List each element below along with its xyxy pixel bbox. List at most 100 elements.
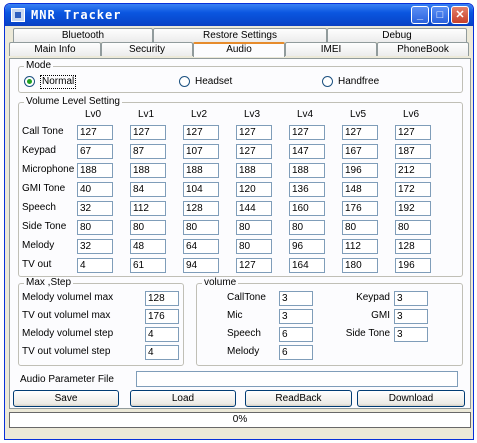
volume-level-input[interactable]: 94 — [183, 258, 219, 273]
volume-level-input[interactable]: 176 — [342, 201, 378, 216]
volume-level-input[interactable]: 120 — [236, 182, 272, 197]
volume-level-input[interactable]: 107 — [183, 144, 219, 159]
mode-option-label: Normal — [40, 75, 77, 89]
max-step-group-label: Max ,Step — [24, 277, 74, 289]
audio-parameter-file-input[interactable] — [136, 371, 458, 387]
progress-text: 0% — [232, 414, 248, 425]
volume-level-input[interactable]: 80 — [130, 220, 166, 235]
volume-level-input[interactable]: 128 — [183, 201, 219, 216]
volume-level-input[interactable]: 212 — [395, 163, 431, 178]
volume-group: volume CallTone 3 Mic 3 Speech 6 Melody 6 Keypad… — [196, 277, 463, 366]
volume-level-input[interactable]: 112 — [342, 239, 378, 254]
volume-level-input[interactable]: 188 — [77, 163, 113, 178]
volume-level-input[interactable]: 127 — [77, 125, 113, 140]
volume-level-input[interactable]: 196 — [395, 258, 431, 273]
volume-level-input[interactable]: 147 — [289, 144, 325, 159]
max-step-input[interactable]: 4 — [145, 327, 179, 342]
volume-label: Speech — [227, 328, 261, 339]
tab-debug[interactable]: Debug — [327, 28, 467, 42]
volume-level-input[interactable]: 196 — [342, 163, 378, 178]
minimize-button[interactable]: _ — [411, 6, 429, 24]
volume-level-input[interactable]: 112 — [130, 201, 166, 216]
tab-restore-settings[interactable]: Restore Settings — [153, 28, 327, 42]
volume-input[interactable]: 3 — [394, 291, 428, 306]
volume-level-input[interactable]: 127 — [342, 125, 378, 140]
volume-level-input[interactable]: 128 — [395, 239, 431, 254]
volume-level-group: Volume Level Setting Lv0 Lv1 Lv2 Lv3 Lv4 Lv5 L… — [18, 96, 463, 277]
volume-level-input[interactable]: 64 — [183, 239, 219, 254]
volume-input[interactable]: 3 — [394, 327, 428, 342]
tab-imei[interactable]: IMEI — [285, 42, 377, 56]
volume-level-input[interactable]: 192 — [395, 201, 431, 216]
volume-level-input[interactable]: 80 — [236, 220, 272, 235]
volume-level-input[interactable]: 144 — [236, 201, 272, 216]
tab-phonebook[interactable]: PhoneBook — [377, 42, 469, 56]
volume-level-input[interactable]: 80 — [395, 220, 431, 235]
save-button[interactable]: Save — [13, 390, 119, 407]
volume-level-input[interactable]: 61 — [130, 258, 166, 273]
volume-row-label: Speech — [22, 202, 56, 213]
volume-input[interactable]: 6 — [279, 327, 313, 342]
volume-level-input[interactable]: 172 — [395, 182, 431, 197]
audio-file-label: Audio Parameter File — [20, 374, 114, 385]
download-button[interactable]: Download — [357, 390, 465, 407]
tab-main-info[interactable]: Main Info — [9, 42, 101, 56]
volume-level-input[interactable]: 187 — [395, 144, 431, 159]
readback-button[interactable]: ReadBack — [245, 390, 352, 407]
max-step-input[interactable]: 176 — [145, 309, 179, 324]
volume-level-input[interactable]: 167 — [342, 144, 378, 159]
mode-option-label: Headset — [195, 76, 233, 87]
volume-level-input[interactable]: 48 — [130, 239, 166, 254]
volume-level-input[interactable]: 96 — [289, 239, 325, 254]
volume-level-input[interactable]: 104 — [183, 182, 219, 197]
volume-level-input[interactable]: 67 — [77, 144, 113, 159]
volume-input[interactable]: 6 — [279, 345, 313, 360]
volume-level-input[interactable]: 148 — [342, 182, 378, 197]
volume-level-input[interactable]: 80 — [183, 220, 219, 235]
mode-group-label: Mode — [24, 60, 54, 72]
load-button[interactable]: Load — [130, 390, 236, 407]
volume-level-input[interactable]: 87 — [130, 144, 166, 159]
level-header: Lv4 — [297, 109, 314, 120]
volume-level-input[interactable]: 80 — [236, 239, 272, 254]
volume-level-input[interactable]: 84 — [130, 182, 166, 197]
volume-level-input[interactable]: 164 — [289, 258, 325, 273]
volume-input[interactable]: 3 — [279, 309, 313, 324]
maximize-button[interactable]: □ — [431, 6, 449, 24]
volume-level-input[interactable]: 127 — [236, 144, 272, 159]
volume-level-input[interactable]: 160 — [289, 201, 325, 216]
volume-level-input[interactable]: 4 — [77, 258, 113, 273]
tab-security[interactable]: Security — [101, 42, 193, 56]
volume-level-input[interactable]: 188 — [183, 163, 219, 178]
volume-level-input[interactable]: 188 — [289, 163, 325, 178]
radio-selected-icon — [24, 76, 35, 87]
tab-bluetooth[interactable]: Bluetooth — [13, 28, 153, 42]
volume-level-input[interactable]: 40 — [77, 182, 113, 197]
max-step-input[interactable]: 4 — [145, 345, 179, 360]
app-window: MNR Tracker _ □ ✕ Bluetooth Restore Sett… — [4, 3, 474, 440]
level-header: Lv6 — [403, 109, 420, 120]
volume-level-input[interactable]: 127 — [289, 125, 325, 140]
volume-row-label: TV out — [22, 259, 52, 270]
volume-input[interactable]: 3 — [394, 309, 428, 324]
volume-level-input[interactable]: 188 — [130, 163, 166, 178]
volume-level-input[interactable]: 136 — [289, 182, 325, 197]
volume-level-input[interactable]: 127 — [395, 125, 431, 140]
volume-level-input[interactable]: 188 — [236, 163, 272, 178]
volume-level-input[interactable]: 80 — [289, 220, 325, 235]
volume-level-input[interactable]: 32 — [77, 239, 113, 254]
volume-level-input[interactable]: 32 — [77, 201, 113, 216]
volume-level-input[interactable]: 127 — [236, 125, 272, 140]
title-bar[interactable]: MNR Tracker _ □ ✕ — [5, 4, 473, 26]
volume-level-input[interactable]: 80 — [342, 220, 378, 235]
volume-level-input[interactable]: 127 — [236, 258, 272, 273]
close-button[interactable]: ✕ — [451, 6, 469, 24]
max-step-input[interactable]: 128 — [145, 291, 179, 306]
volume-level-group-label: Volume Level Setting — [24, 96, 122, 108]
volume-input[interactable]: 3 — [279, 291, 313, 306]
volume-level-input[interactable]: 80 — [77, 220, 113, 235]
volume-level-input[interactable]: 180 — [342, 258, 378, 273]
volume-level-input[interactable]: 127 — [130, 125, 166, 140]
volume-level-input[interactable]: 127 — [183, 125, 219, 140]
tab-audio[interactable]: Audio — [193, 42, 285, 57]
